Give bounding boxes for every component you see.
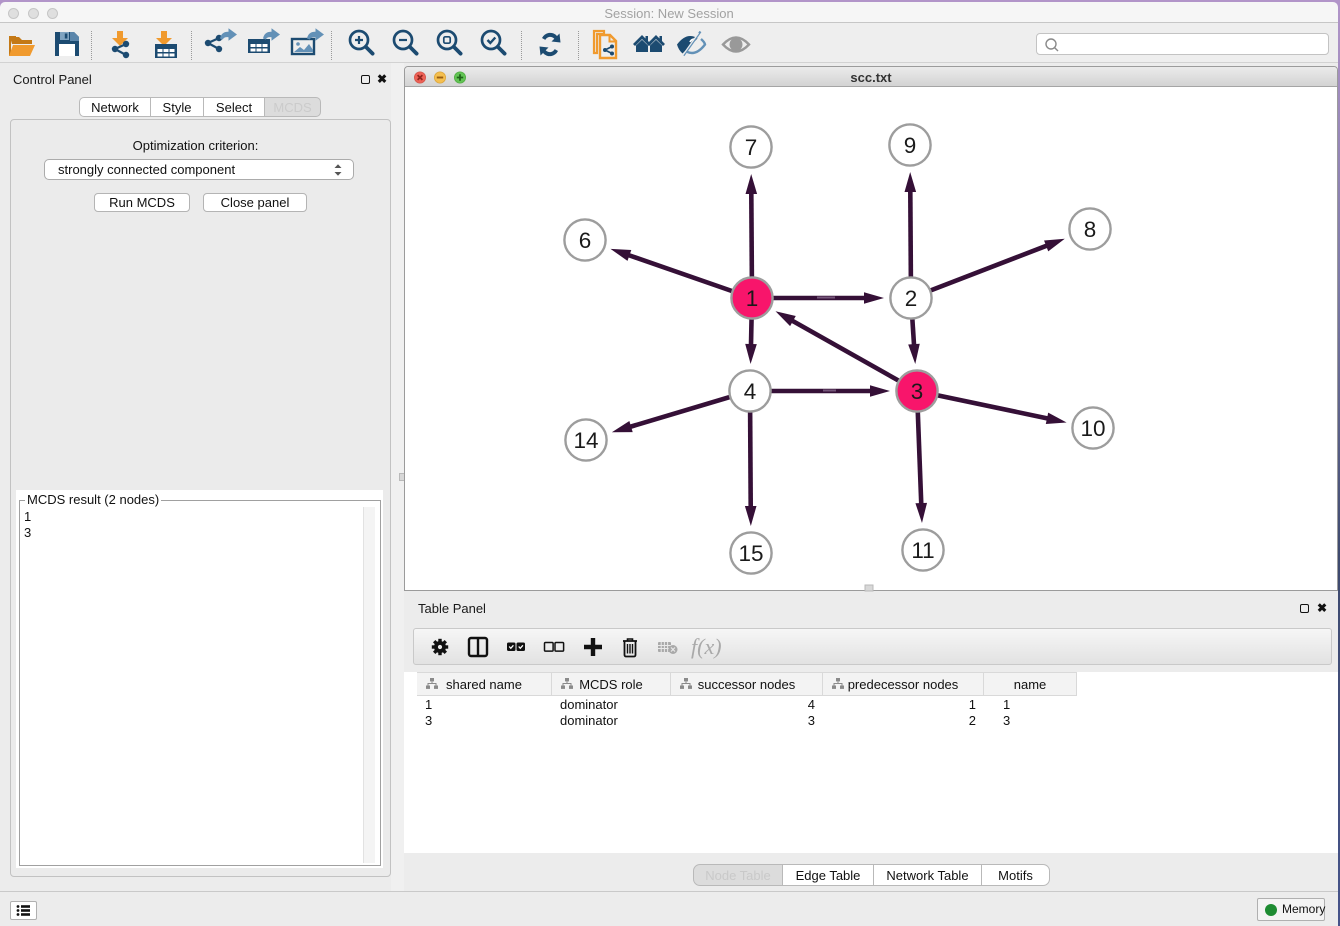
svg-text:8: 8 — [1084, 217, 1097, 242]
svg-text:10: 10 — [1080, 416, 1105, 441]
svg-text:3: 3 — [911, 379, 924, 404]
svg-text:2: 2 — [905, 286, 918, 311]
svg-text:4: 4 — [744, 379, 757, 404]
svg-text:7: 7 — [745, 135, 758, 160]
svg-text:f(x): f(x) — [691, 634, 722, 659]
svg-text:6: 6 — [579, 228, 592, 253]
svg-text:14: 14 — [573, 428, 598, 453]
svg-text:11: 11 — [911, 538, 934, 563]
svg-text:15: 15 — [738, 541, 763, 566]
svg-text:9: 9 — [904, 133, 917, 158]
svg-text:1: 1 — [746, 286, 759, 311]
